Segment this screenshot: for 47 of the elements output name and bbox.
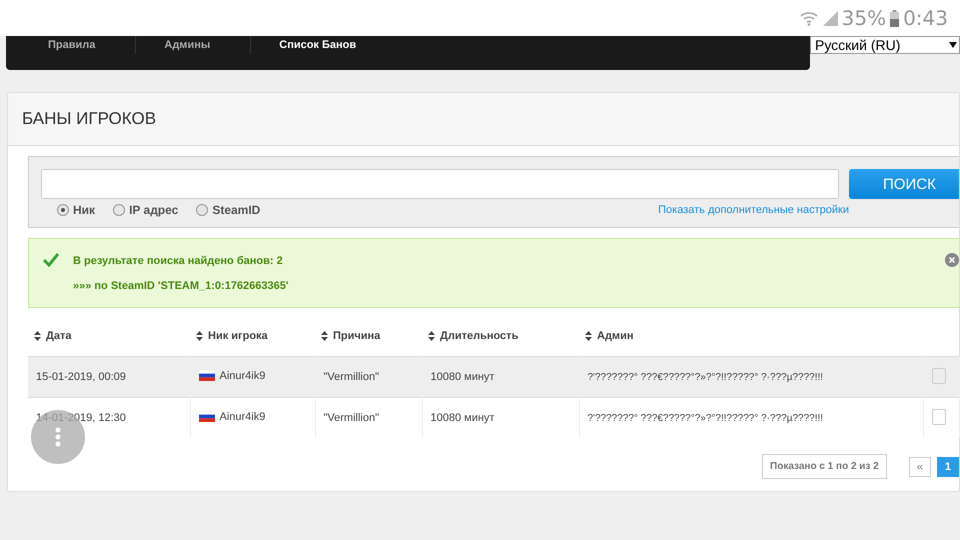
radio-label: Ник bbox=[73, 203, 96, 217]
column-header[interactable]: Дата bbox=[46, 330, 72, 342]
dropdown-caret-icon bbox=[949, 42, 957, 48]
table-cell: ?'???????° ???€?????°?»?°?!!?????° ?·???µ????!!! bbox=[588, 412, 824, 424]
alert-title: В результате поиска найдено банов: 2 bbox=[73, 255, 284, 267]
signal-icon bbox=[822, 10, 838, 26]
table-cell: ?'???????° ???€?????°?»?°?!!?????° ?·???µ????!!! bbox=[588, 372, 824, 382]
table-cell: "Vermillion" bbox=[324, 412, 379, 424]
table-cell: 10080 минут bbox=[430, 371, 494, 383]
sort-icon[interactable] bbox=[321, 331, 328, 341]
battery-level: 35% bbox=[842, 6, 886, 30]
sort-icon[interactable] bbox=[428, 331, 435, 341]
table-cell: "Vermillion" bbox=[324, 371, 379, 383]
sort-icon[interactable] bbox=[196, 331, 203, 341]
sort-icon[interactable] bbox=[585, 331, 592, 341]
clock-time: 0:43 bbox=[903, 6, 948, 30]
radio-button[interactable] bbox=[57, 204, 69, 216]
radio-button[interactable] bbox=[196, 204, 208, 216]
flag-icon bbox=[198, 411, 214, 422]
radio-label: IP адрес bbox=[129, 203, 178, 217]
nav-link[interactable]: Список Банов bbox=[279, 36, 356, 54]
previous-page-button[interactable]: « bbox=[908, 456, 931, 476]
table-cell: Ainur4ik9 bbox=[220, 370, 266, 382]
check-icon bbox=[43, 253, 59, 267]
column-header[interactable]: Длительность bbox=[440, 330, 518, 342]
sort-icon[interactable] bbox=[34, 331, 41, 341]
more-icon bbox=[55, 427, 61, 447]
table-cell: 10080 минут bbox=[430, 412, 494, 424]
language-select[interactable]: Русский (RU) bbox=[810, 36, 960, 54]
panel-title: БАНЫ ИГРОКОВ bbox=[22, 109, 156, 129]
nav-link[interactable]: Правила bbox=[48, 36, 96, 54]
radio-button[interactable] bbox=[113, 204, 126, 216]
alert-detail: »»» по SteamID 'STEAM_1:0:1762663365' bbox=[73, 280, 288, 292]
battery-icon bbox=[890, 10, 900, 26]
column-header[interactable]: Админ bbox=[597, 330, 634, 342]
table-cell: Ainur4ik9 bbox=[220, 410, 266, 423]
radio-label: SteamID bbox=[212, 203, 260, 217]
flag-icon bbox=[198, 370, 214, 382]
column-header[interactable]: Причина bbox=[333, 330, 380, 342]
column-header[interactable]: Ник игрока bbox=[208, 330, 268, 342]
search-field[interactable] bbox=[41, 169, 839, 199]
nav-link[interactable]: Админы bbox=[164, 36, 210, 54]
results-summary: Показано с 1 по 2 из 2 bbox=[762, 454, 887, 479]
table-row[interactable]: 15-01-2019, 00:09 Ainur4ik9 "Vermillion" 10080 минут ?'???????° ???€?????°?»?°?!!?????° ?·???µ????!!! bbox=[28, 356, 960, 398]
table-cell: 15-01-2019, 00:09 bbox=[36, 371, 126, 383]
close-icon[interactable] bbox=[945, 253, 959, 267]
wifi-icon bbox=[800, 10, 818, 26]
